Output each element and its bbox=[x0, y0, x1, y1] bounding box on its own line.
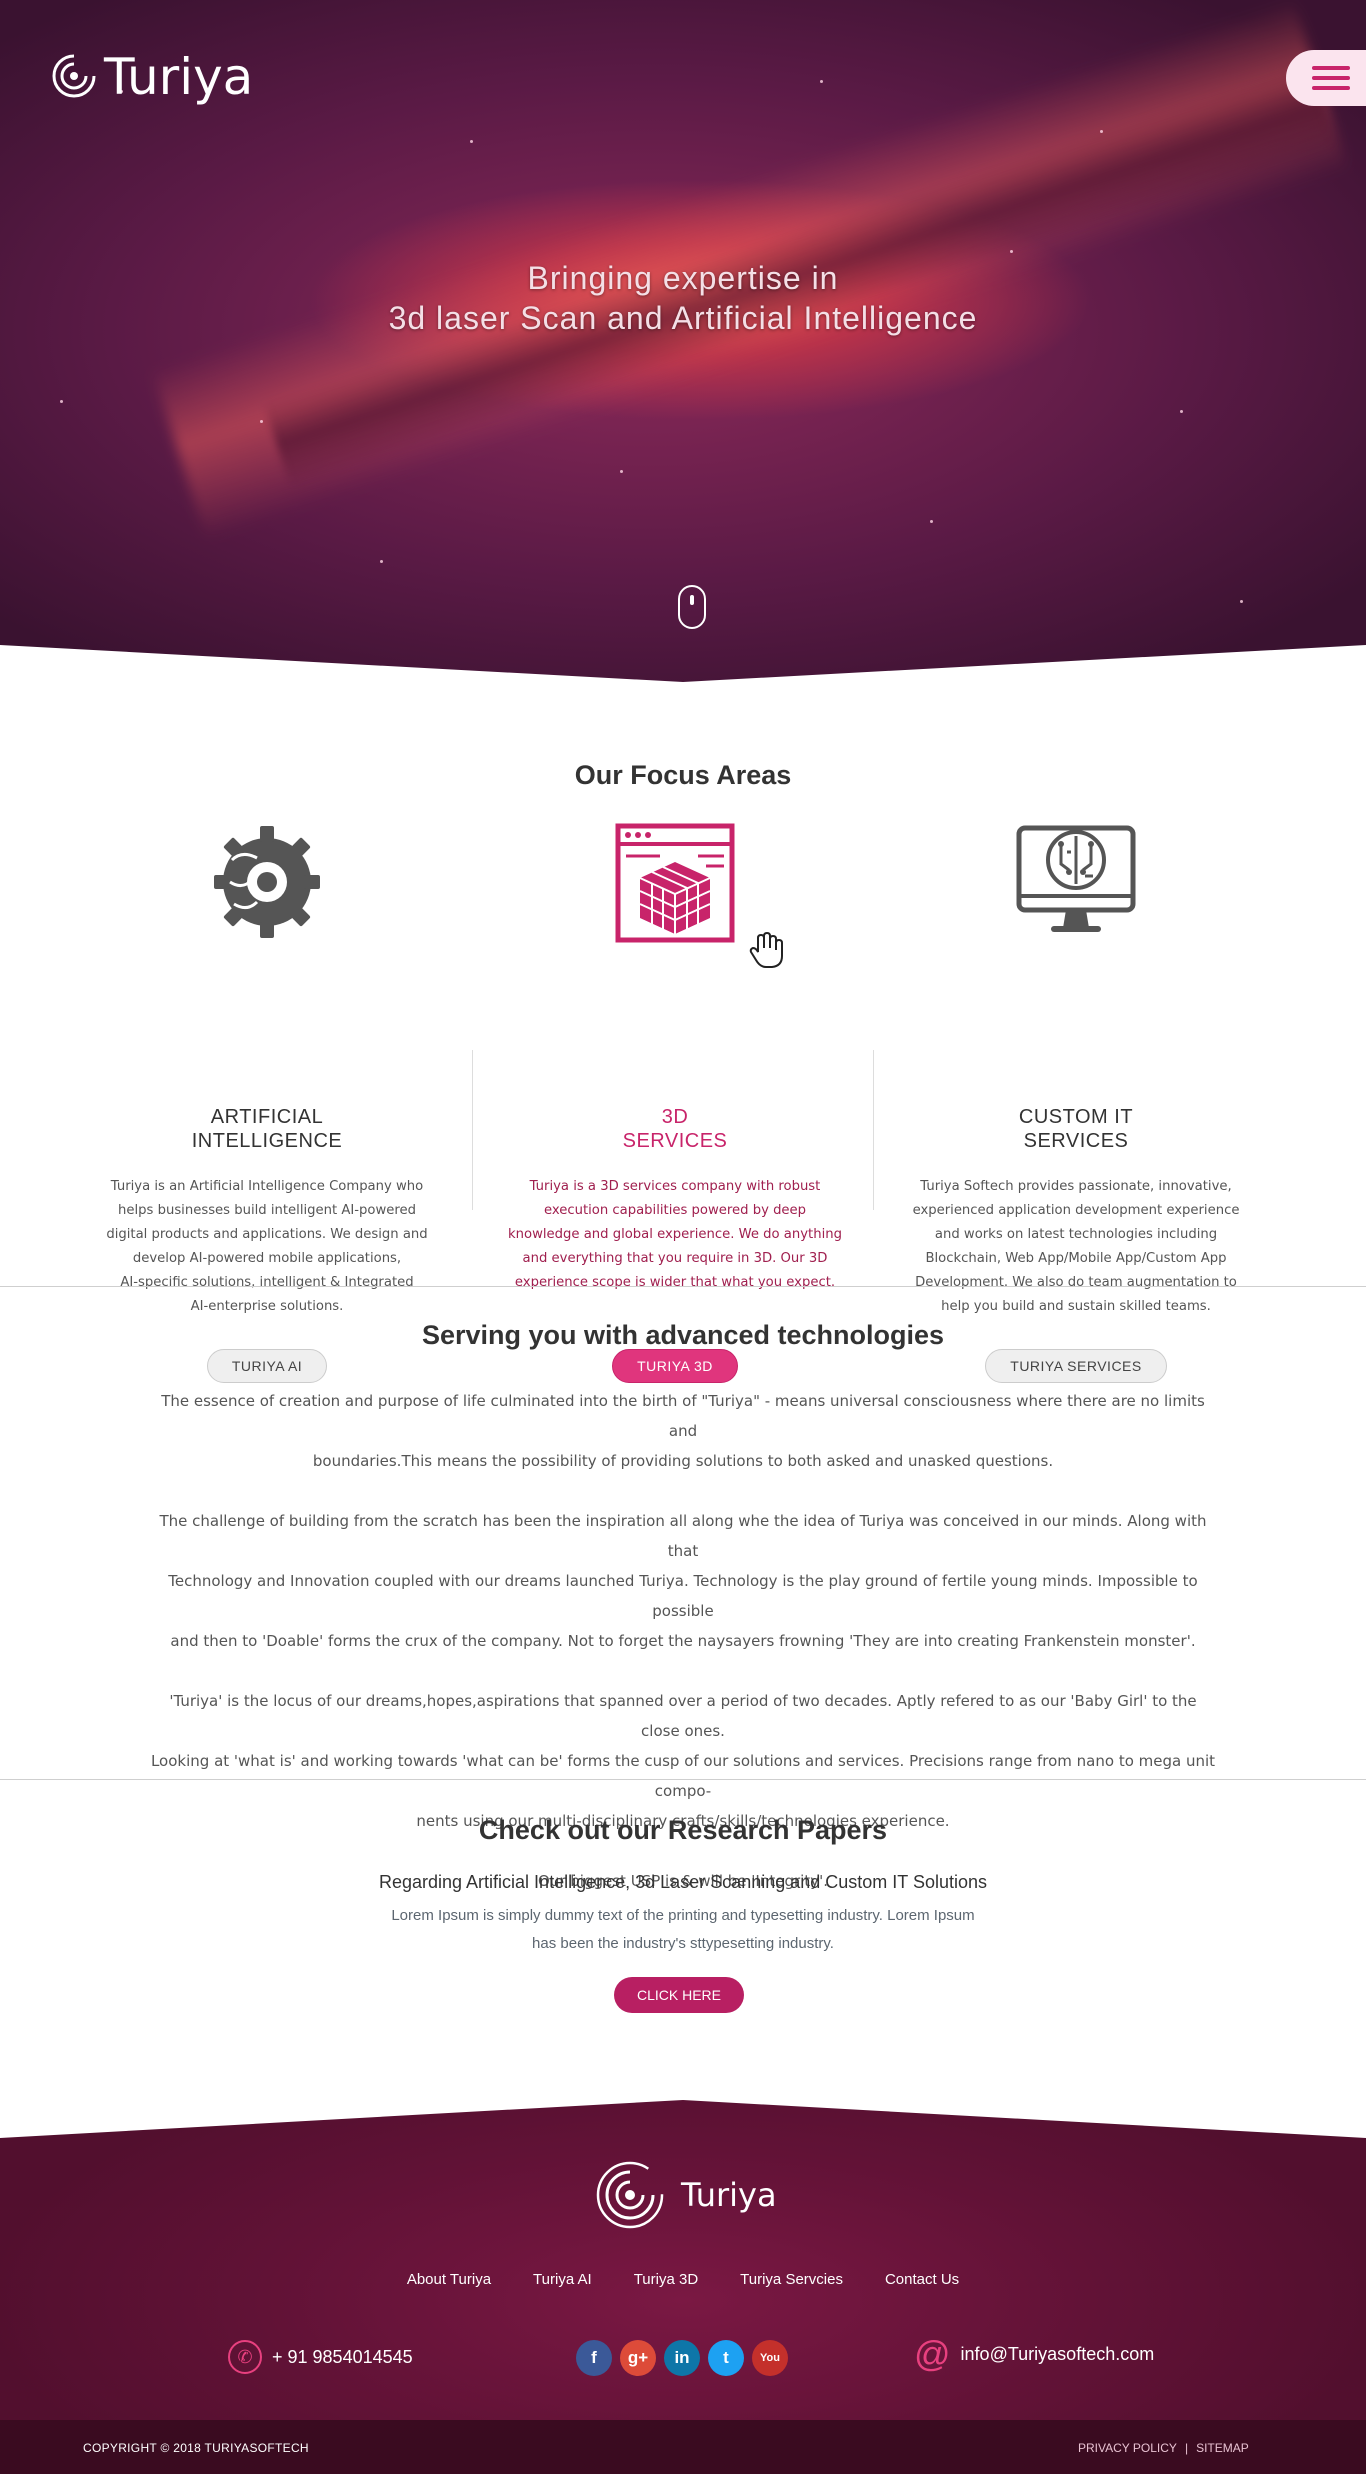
footer-phone[interactable]: ✆ + 91 9854014545 bbox=[228, 2340, 413, 2374]
turiya-ai-button[interactable]: TURIYA AI bbox=[206, 1349, 328, 1383]
focus-card-it: CUSTOM IT SERVICES Turiya Softech provid… bbox=[896, 820, 1256, 1383]
menu-icon-bar bbox=[1312, 66, 1350, 70]
turiya-3d-button[interactable]: TURIYA 3D bbox=[612, 1349, 738, 1383]
research-subtitle: Regarding Artificial Intelligence, 3d La… bbox=[378, 1872, 988, 1892]
column-divider bbox=[472, 1050, 473, 1210]
menu-icon-bar bbox=[1312, 86, 1350, 90]
brand-name: Turiya bbox=[104, 48, 254, 106]
research-description: Lorem Ipsum is simply dummy text of the … bbox=[391, 1907, 975, 1952]
twitter-icon[interactable]: t bbox=[708, 2340, 744, 2376]
focus-card-ai: ARTIFICIAL INTELLIGENCE Turiya is an Art… bbox=[87, 820, 447, 1383]
social-links: f g+ in t You bbox=[576, 2340, 788, 2376]
at-sign-icon: @ bbox=[914, 2333, 951, 2374]
copyright-text: COPYRIGHT © 2018 TURIYASOFTECH bbox=[83, 2441, 309, 2455]
research-title: Check out our Research Papers bbox=[478, 1815, 888, 1845]
serving-title: Serving you with advanced technologies bbox=[421, 1320, 945, 1350]
footer-link-ai[interactable]: Turiya AI bbox=[533, 2271, 592, 2288]
sitemap-link[interactable]: SITEMAP bbox=[1196, 2441, 1249, 2455]
monitor-circuit-icon bbox=[1016, 825, 1136, 932]
footer-brand-name: Turiya bbox=[681, 2176, 777, 2214]
focus-title-3d: 3D SERVICES bbox=[622, 1106, 728, 1152]
email-address: info@Turiyasoftech.com bbox=[960, 2343, 1155, 2364]
focus-desc-3d: Turiya is a 3D services company with rob… bbox=[508, 1179, 842, 1290]
footer-link-3d[interactable]: Turiya 3D bbox=[634, 2271, 698, 2288]
phone-icon: ✆ bbox=[228, 2340, 262, 2374]
scroll-down-mouse-icon[interactable] bbox=[678, 585, 706, 629]
focus-areas-title: Our Focus Areas bbox=[574, 760, 792, 790]
serving-paragraph: 'Turiya' is the locus of our dreams,hope… bbox=[150, 1692, 1216, 1830]
focus-desc-it: Turiya Softech provides passionate, inno… bbox=[912, 1179, 1240, 1314]
phone-number: + 91 9854014545 bbox=[272, 2346, 413, 2367]
footer-link-services[interactable]: Turiya Servcies bbox=[740, 2271, 843, 2288]
google-plus-icon[interactable]: g+ bbox=[620, 2340, 656, 2376]
privacy-policy-link[interactable]: PRIVACY POLICY bbox=[1078, 2441, 1177, 2455]
3d-cube-window-icon bbox=[615, 823, 735, 943]
serving-paragraph: The challenge of building from the scrat… bbox=[159, 1512, 1207, 1650]
hamburger-menu-button[interactable] bbox=[1286, 50, 1366, 106]
menu-icon-bar bbox=[1312, 76, 1350, 80]
column-divider bbox=[873, 1050, 874, 1210]
serving-paragraph: The essence of creation and purpose of l… bbox=[161, 1392, 1205, 1470]
footer-link-about[interactable]: About Turiya bbox=[407, 2271, 491, 2288]
focus-title-it: CUSTOM IT SERVICES bbox=[1018, 1106, 1134, 1152]
turiya-services-button[interactable]: TURIYA SERVICES bbox=[985, 1349, 1167, 1383]
turiya-logo-icon bbox=[52, 54, 96, 98]
legal-separator: | bbox=[1184, 2441, 1189, 2455]
pointer-hand-cursor-icon bbox=[749, 931, 783, 968]
section-divider bbox=[0, 1286, 1366, 1287]
section-divider bbox=[0, 1779, 1366, 1780]
click-here-button[interactable]: CLICK HERE bbox=[614, 1977, 744, 2013]
hero-line-2: 3d laser Scan and Artificial Intelligenc… bbox=[388, 300, 978, 336]
focus-title-ai: ARTIFICIAL INTELLIGENCE bbox=[191, 1106, 343, 1152]
linkedin-icon[interactable]: in bbox=[664, 2340, 700, 2376]
focus-desc-ai: Turiya is an Artificial Intelligence Com… bbox=[106, 1179, 428, 1314]
footer-link-contact[interactable]: Contact Us bbox=[885, 2271, 959, 2288]
hero-line-1: Bringing expertise in bbox=[527, 260, 839, 296]
legal-links: PRIVACY POLICY | SITEMAP bbox=[1078, 2441, 1249, 2455]
footer-nav: About Turiya Turiya AI Turiya 3D Turiya … bbox=[0, 2271, 1366, 2288]
footer-logo[interactable]: Turiya bbox=[595, 2160, 777, 2230]
turiya-logo-icon bbox=[596, 2161, 664, 2229]
youtube-icon[interactable]: You bbox=[752, 2340, 788, 2376]
focus-card-3d: 3D SERVICES Turiya is a 3D services comp… bbox=[495, 820, 855, 1383]
facebook-icon[interactable]: f bbox=[576, 2340, 612, 2376]
brand-logo[interactable]: Turiya bbox=[50, 48, 253, 106]
ai-brain-gear-icon bbox=[214, 826, 320, 938]
footer-email[interactable]: @ info@Turiyasoftech.com bbox=[914, 2336, 1154, 2372]
hero-headline: Bringing expertise in 3d laser Scan and … bbox=[0, 258, 1366, 338]
